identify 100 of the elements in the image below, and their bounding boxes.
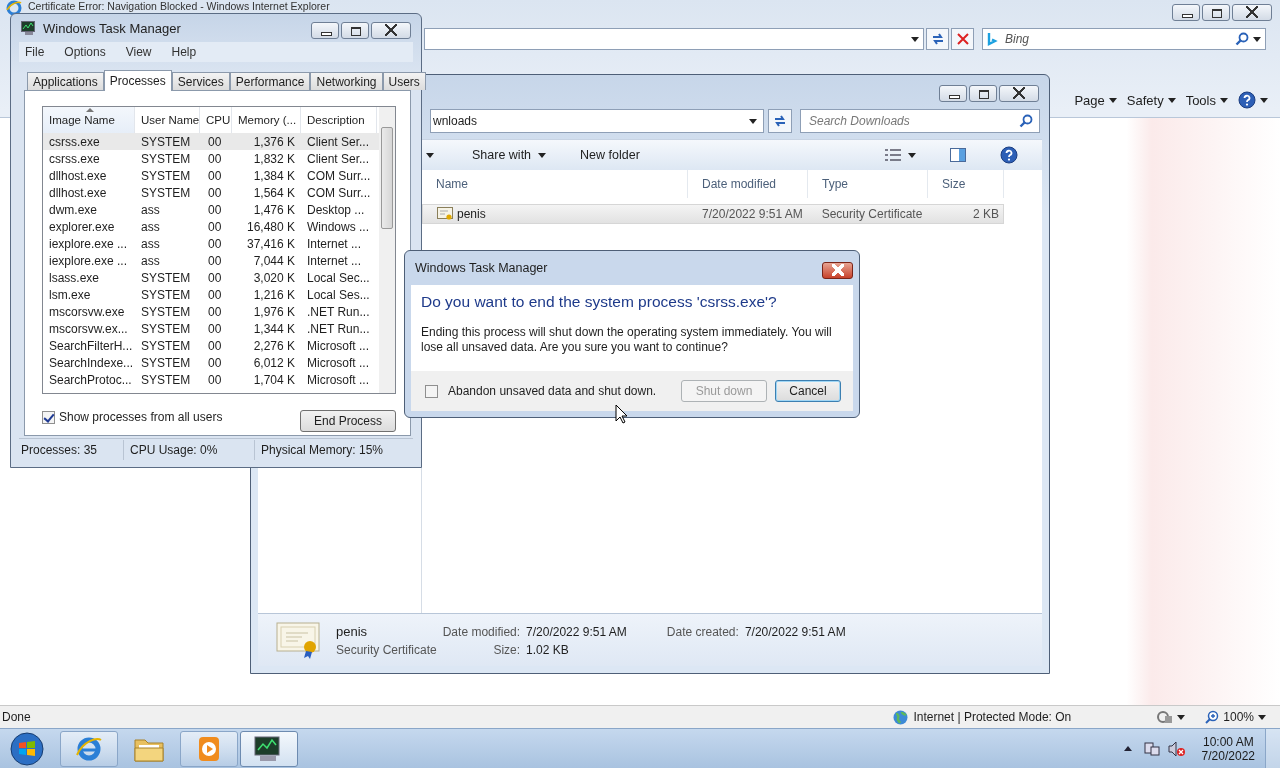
search-bar[interactable]: Bing — [982, 28, 1266, 50]
process-row[interactable]: explorer.exe ass 00 16,480 K Windows ... — [43, 218, 379, 235]
help-menu[interactable] — [1236, 89, 1270, 111]
menu-item[interactable]: Help — [171, 45, 197, 59]
tab[interactable]: Services — [171, 72, 230, 90]
table-cell-text: 00 — [207, 185, 223, 200]
preview-pane-icon — [950, 148, 966, 162]
table-cell-text: SearchIndexe... — [48, 355, 135, 370]
command-menu[interactable]: Tools — [1183, 90, 1230, 110]
table-cell-text: 1,344 K — [252, 321, 296, 336]
table-cell-text: SYSTEM — [140, 151, 192, 166]
process-row[interactable]: SearchProtoc... SYSTEM 00 1,704 K Microsoft ... — [43, 371, 379, 388]
minimize-button[interactable] — [939, 85, 967, 102]
maximize-button[interactable] — [1202, 4, 1230, 21]
clock-date: 7/20/2022 — [1201, 748, 1255, 763]
show-hidden-icons-button[interactable] — [1123, 746, 1132, 751]
table-cell-text: mscorsvw.exe — [48, 304, 126, 319]
clock[interactable]: 10:00 AM 7/20/2022 — [1193, 734, 1263, 763]
column-header[interactable]: Type — [808, 170, 928, 198]
toolbar-button[interactable]: New folder — [574, 146, 646, 164]
column-header[interactable]: Date modified — [688, 170, 808, 198]
address-field[interactable] — [424, 28, 924, 50]
process-row[interactable]: csrss.exe SYSTEM 00 1,832 K Client Ser... — [43, 150, 379, 167]
dropdown-caret-icon[interactable] — [911, 36, 919, 42]
search-icon[interactable] — [1235, 32, 1249, 46]
toolbar-button[interactable]: Share with — [466, 146, 553, 164]
process-row[interactable]: dwm.exe ass 00 1,476 K Desktop ... — [43, 201, 379, 218]
table-cell-text: 1,216 K — [252, 287, 296, 302]
process-row[interactable]: lsass.exe SYSTEM 00 3,020 K Local Sec... — [43, 269, 379, 286]
process-row[interactable]: mscorsvw.exe SYSTEM 00 1,976 K .NET Run... — [43, 303, 379, 320]
stop-button[interactable] — [951, 28, 974, 50]
process-row[interactable]: SearchFilterH... SYSTEM 00 2,276 K Microsoft ... — [43, 337, 379, 354]
process-row[interactable]: iexplore.exe ... ass 00 37,416 K Internet ... — [43, 235, 379, 252]
tab[interactable]: Networking — [310, 72, 383, 90]
dialog-message: Ending this process will shut down the operating system immediately. You will lose all unsaved data. Are you sure you want to continue? — [421, 325, 833, 355]
dropdown-caret-icon[interactable] — [749, 118, 757, 124]
command-menu[interactable]: Safety — [1124, 90, 1178, 110]
close-button[interactable] — [822, 261, 853, 279]
field-label: Date created: — [666, 624, 739, 639]
table-cell-text: 00 — [207, 338, 223, 353]
maximize-button[interactable] — [341, 21, 369, 39]
checkbox[interactable] — [425, 384, 438, 398]
table-cell-text: SYSTEM — [140, 185, 192, 200]
search-provider-icon — [987, 31, 999, 47]
checkbox[interactable] — [42, 410, 55, 424]
search-icon[interactable] — [1019, 114, 1033, 128]
table-cell-text: csrss.exe — [48, 151, 101, 166]
close-button[interactable] — [371, 21, 411, 39]
file-type: Security Certificate — [336, 642, 437, 657]
table-cell-text: 00 — [207, 134, 223, 149]
checkbox-label: Show processes from all users — [59, 410, 223, 424]
cancel-button[interactable]: Cancel — [775, 380, 841, 402]
process-row[interactable]: dllhost.exe SYSTEM 00 1,564 K COM Surr... — [43, 184, 379, 201]
search-bar[interactable]: Search Downloads — [800, 109, 1040, 133]
zoom-button[interactable]: 100% — [1201, 710, 1270, 724]
monitor-icon — [21, 21, 37, 35]
command-menu[interactable]: Page — [1072, 90, 1119, 110]
table-cell-text: lsm.exe — [48, 287, 92, 302]
refresh-button[interactable] — [926, 28, 949, 50]
tab[interactable]: Processes — [103, 70, 172, 91]
process-row[interactable]: dllhost.exe SYSTEM 00 1,384 K COM Surr... — [43, 167, 379, 184]
column-header[interactable]: Size — [928, 170, 1004, 198]
address-field[interactable]: wnloads — [430, 109, 764, 133]
process-row[interactable]: lsm.exe SYSTEM 00 1,216 K Local Ses... — [43, 286, 379, 303]
close-button[interactable] — [999, 85, 1039, 102]
search-field[interactable]: Bing — [1003, 31, 1231, 47]
column-header[interactable]: Image Name — [43, 107, 135, 133]
table-cell-text: Desktop ... — [306, 202, 366, 217]
tab[interactable]: Performance — [229, 72, 311, 90]
file-row[interactable]: penis 7/20/2022 9:51 AM Security Certificate 2 KB — [422, 204, 1004, 224]
dropdown-caret-icon[interactable] — [1253, 36, 1261, 42]
search-field[interactable]: Search Downloads — [807, 113, 1019, 129]
windows-logo-icon — [10, 731, 44, 766]
caret-icon — [1220, 97, 1228, 103]
tab[interactable]: Applications — [27, 72, 104, 90]
scrollbar-thumb[interactable] — [381, 127, 393, 229]
close-button[interactable] — [1232, 4, 1272, 21]
menu-item[interactable]: View — [125, 45, 152, 59]
refresh-button[interactable] — [768, 109, 792, 133]
table-cell-text: 1,564 K — [252, 185, 296, 200]
menu-item[interactable]: File — [25, 45, 45, 59]
end-process-button[interactable]: End Process — [300, 410, 396, 432]
table-cell-text: 00 — [207, 287, 223, 302]
muted-speaker-icon[interactable] — [1167, 740, 1186, 757]
taskbar-button[interactable] — [240, 730, 298, 767]
process-row[interactable]: SearchIndexe... SYSTEM 00 6,012 K Microsoft ... — [43, 354, 379, 371]
menu-item[interactable]: Options — [64, 45, 106, 59]
minimize-button[interactable] — [311, 21, 339, 39]
process-row[interactable]: csrss.exe SYSTEM 00 1,376 K Client Ser... — [43, 133, 379, 150]
process-row[interactable]: mscorsvw.ex... SYSTEM 00 1,344 K .NET Run... — [43, 320, 379, 337]
table-cell-text: 1,384 K — [252, 168, 296, 183]
status-text: Physical Memory: 15% — [260, 442, 385, 459]
maximize-button[interactable] — [969, 85, 997, 102]
table-cell-text: 1,832 K — [252, 151, 296, 166]
tab[interactable]: Users — [382, 72, 426, 90]
scrollbar[interactable] — [379, 107, 395, 393]
network-icon[interactable] — [1143, 740, 1160, 757]
process-row[interactable]: iexplore.exe ... ass 00 7,044 K Internet ... — [43, 252, 379, 269]
caret-icon[interactable] — [426, 152, 434, 158]
minimize-button[interactable] — [1172, 4, 1200, 21]
